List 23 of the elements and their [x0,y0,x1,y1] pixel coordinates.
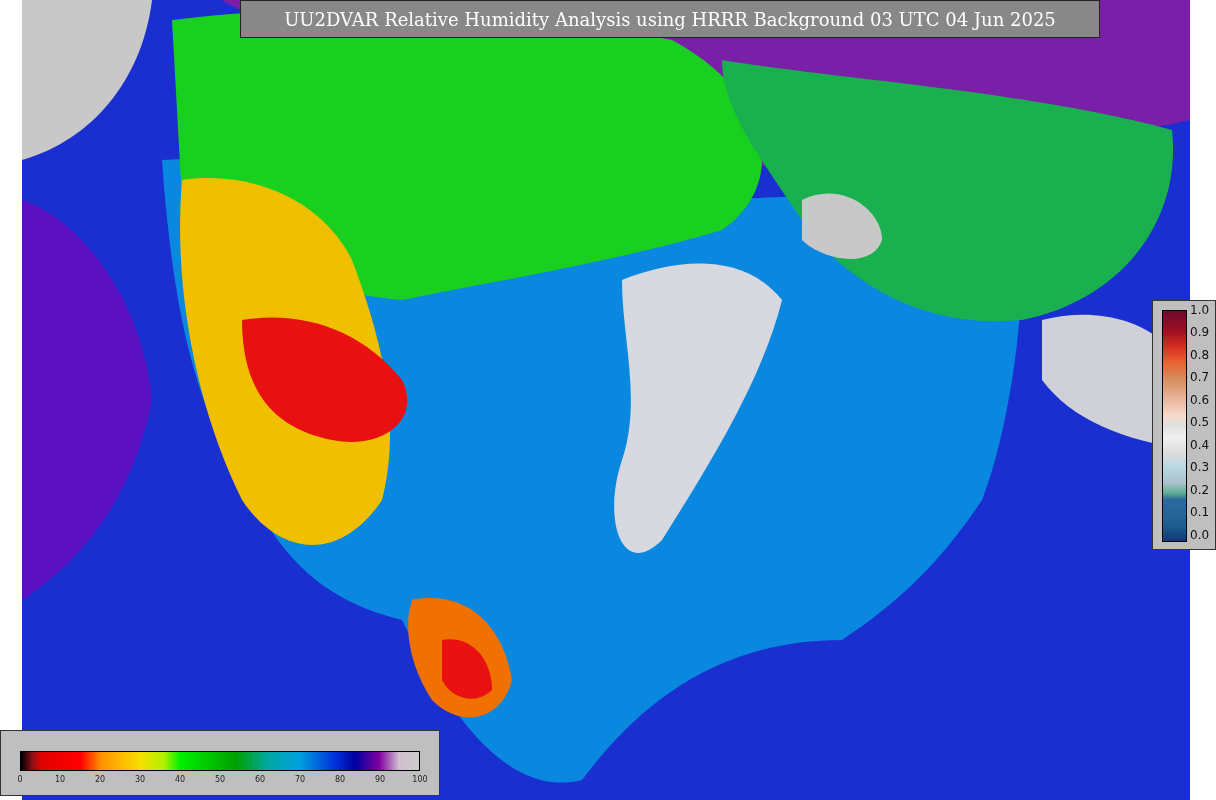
tick-label: 1.0 [1190,302,1210,319]
tick-label: 0.0 [1190,526,1210,544]
tick-label: 0.9 [1190,324,1210,342]
tick-label: 0.5 [1190,414,1210,432]
tick-label: 90 [373,775,387,784]
tick-label: 10 [53,775,67,784]
tick-label: 0.7 [1190,369,1210,387]
tick-label: 30 [133,775,147,784]
tick-label: 60 [253,775,267,784]
tick-label: 100 [411,775,429,784]
tick-label: 80 [333,775,347,784]
tick-label: 40 [173,775,187,784]
tick-label: 0.2 [1190,481,1210,499]
tick-label: 0.3 [1190,459,1210,477]
tick-label: 0.8 [1190,346,1210,364]
tick-label: 50 [213,775,227,784]
map-title: UU2DVAR Relative Humidity Analysis using HRRR Background 03 UTC 04 Jun 2025 [240,0,1100,38]
tick-label: 0.4 [1190,436,1210,454]
tick-label: 20 [93,775,107,784]
tick-label: 0 [16,775,24,784]
tick-label: 0.6 [1190,391,1210,409]
tick-label: 70 [293,775,307,784]
tick-label: 0.1 [1190,504,1210,522]
